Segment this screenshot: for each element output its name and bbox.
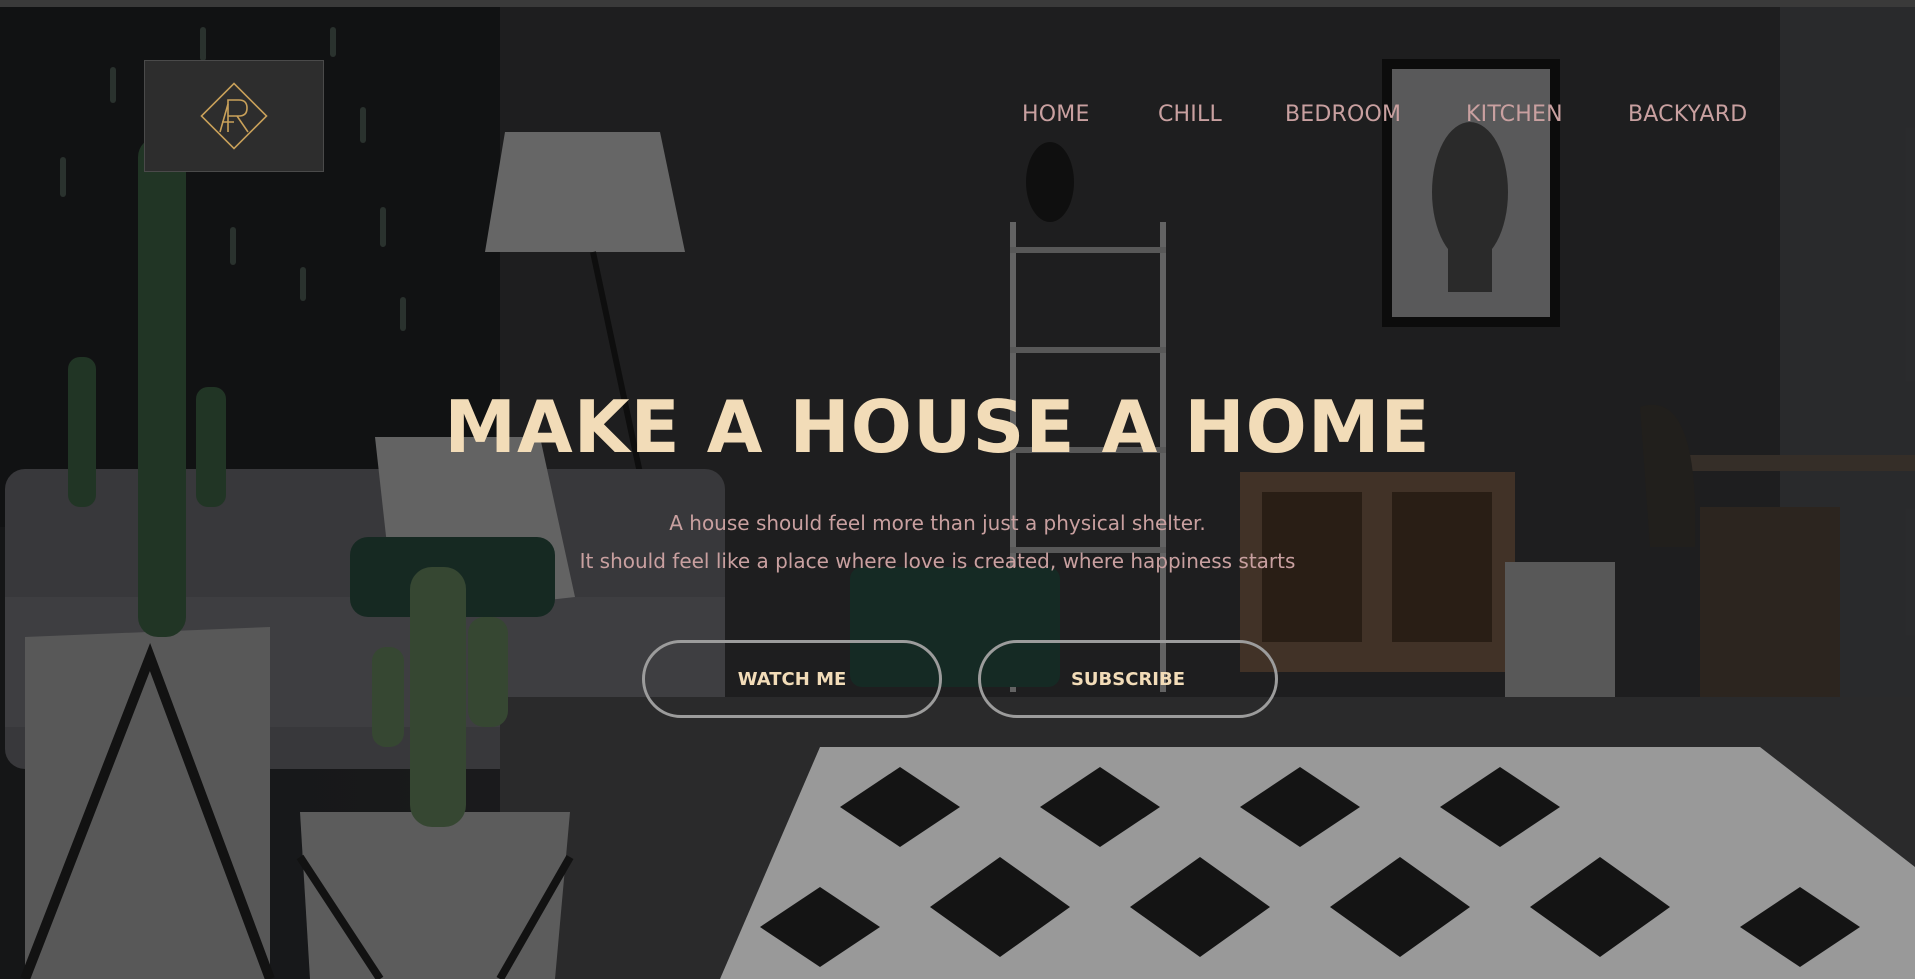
hero-section: HOME CHILL BEDROOM KITCHEN BACKYARD MAKE… <box>0 7 1915 979</box>
hero-title: MAKE A HOUSE A HOME <box>444 385 1431 469</box>
nav-item-chill[interactable]: CHILL <box>1158 102 1222 127</box>
watch-me-button[interactable]: WATCH ME <box>642 640 942 718</box>
nav-item-home[interactable]: HOME <box>1022 102 1090 127</box>
hero-subtitle-line-1: A house should feel more than just a phy… <box>669 511 1206 535</box>
nav-item-backyard[interactable]: BACKYARD <box>1628 102 1747 127</box>
diamond-monogram-logo-icon <box>200 82 268 150</box>
subscribe-button[interactable]: SUBSCRIBE <box>978 640 1278 718</box>
browser-top-edge <box>0 0 1915 7</box>
nav-item-kitchen[interactable]: KITCHEN <box>1466 102 1563 127</box>
nav-item-bedroom[interactable]: BEDROOM <box>1285 102 1401 127</box>
brand-logo[interactable] <box>144 60 324 172</box>
hero-subtitle-line-2: It should feel like a place where love i… <box>579 549 1296 573</box>
